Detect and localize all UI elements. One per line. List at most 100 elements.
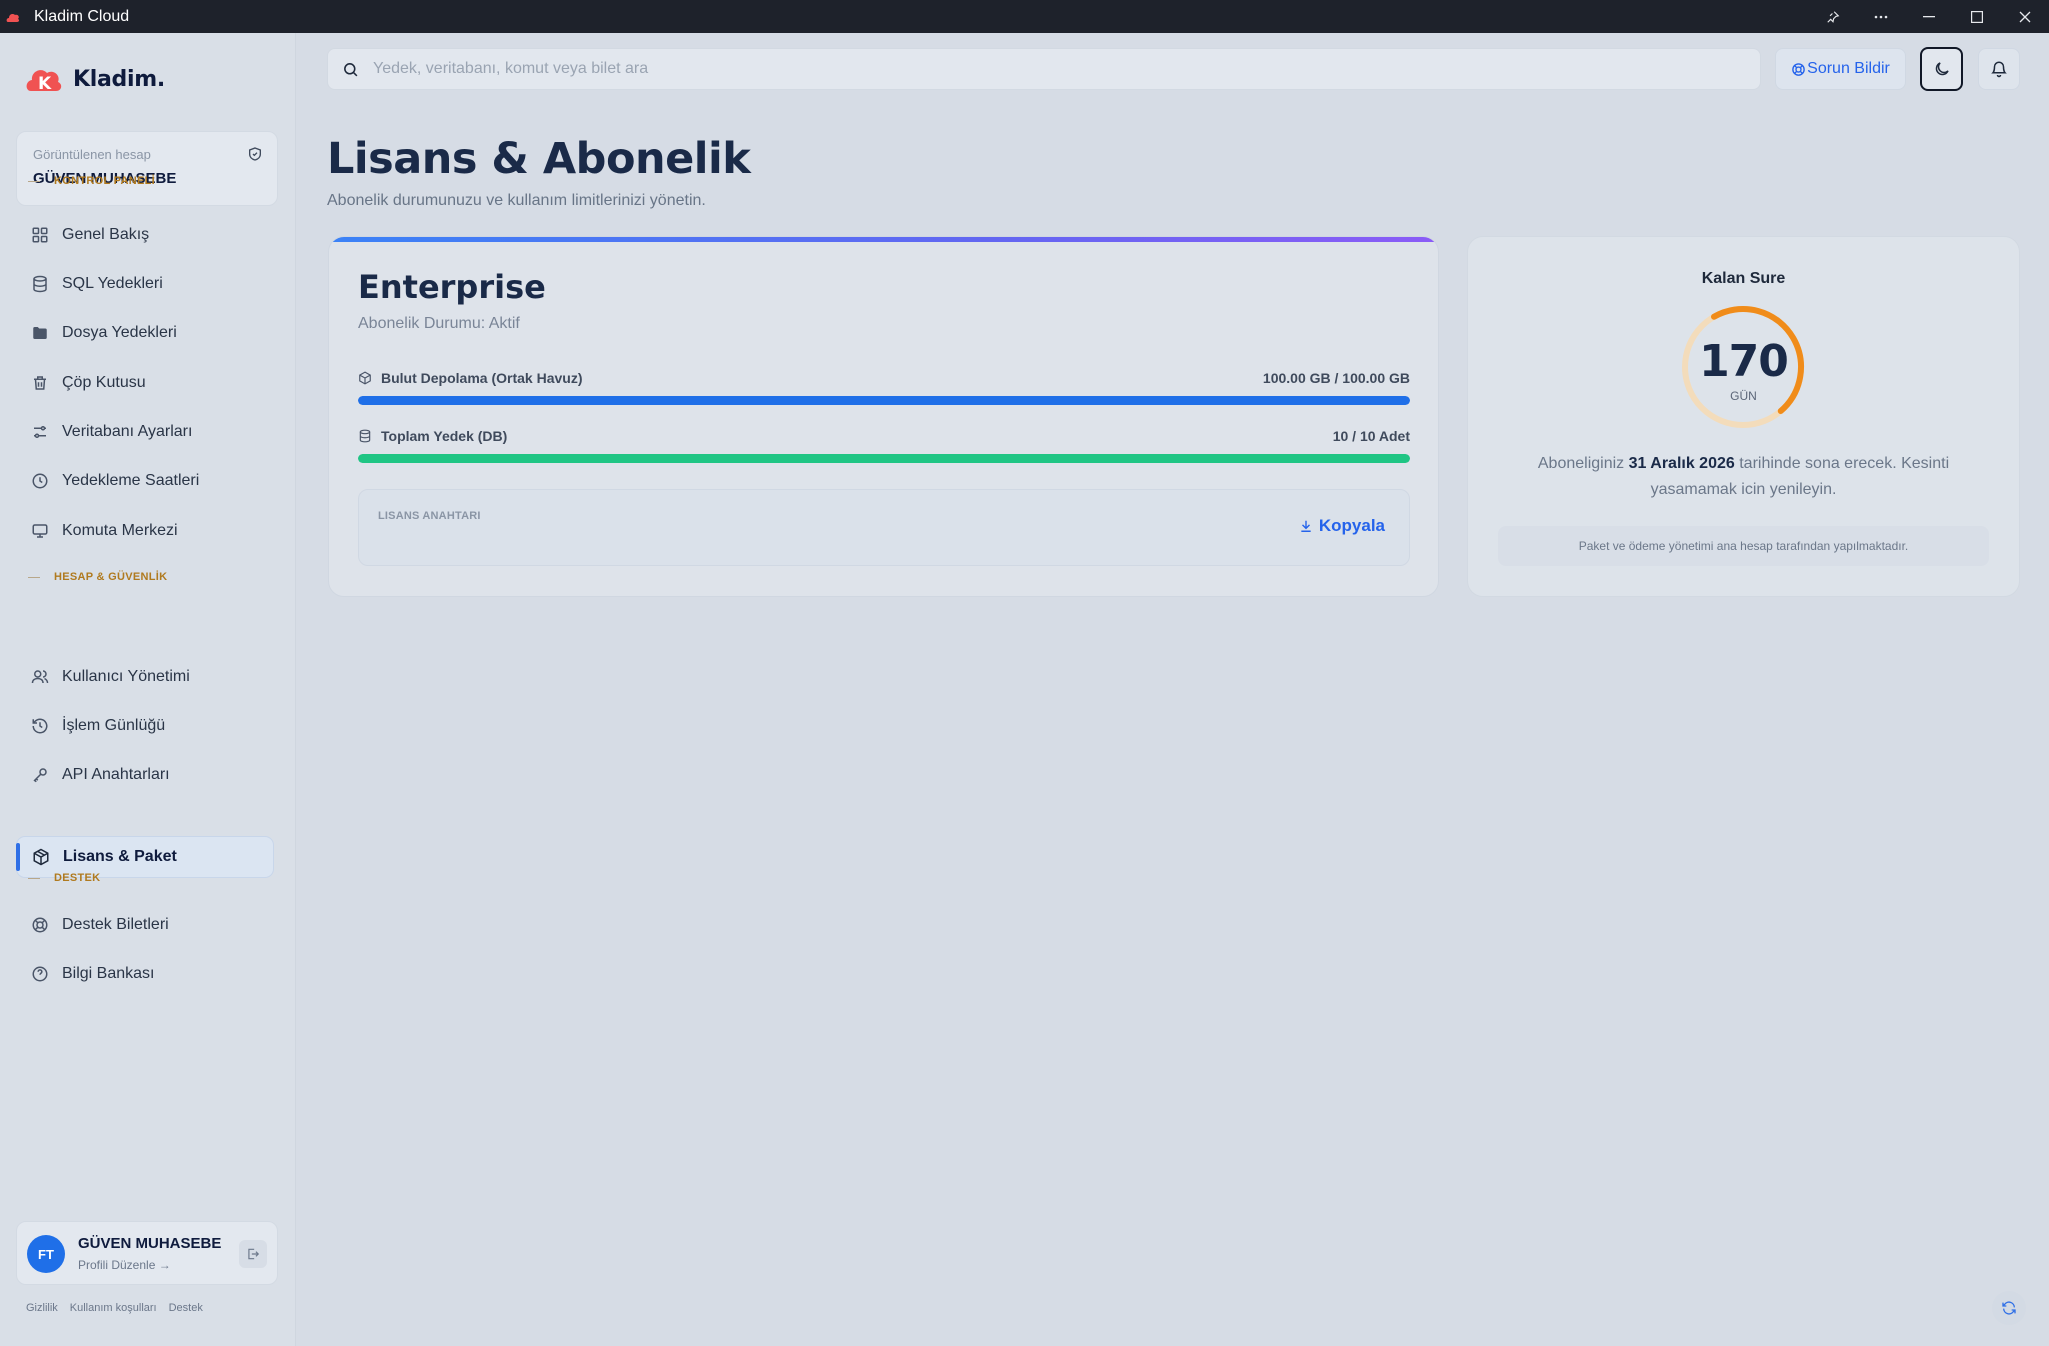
sidebar-item-label: API Anahtarları (62, 766, 170, 783)
sidebar-item-label: Destek Biletleri (62, 916, 169, 933)
quota-storage: Bulut Depolama (Ortak Havuz) 100.00 GB /… (358, 370, 1410, 405)
lifebuoy-icon (1792, 62, 1805, 76)
sidebar-item-label: Komuta Merkezi (62, 522, 178, 539)
logout-button[interactable] (239, 1240, 267, 1268)
folder-icon (33, 327, 47, 339)
sidebar: K Kladim. Görüntülenen hesap GÜVEN MUHAS… (0, 33, 296, 1346)
plan-card: Enterprise Abonelik Durumu: Aktif Bulut … (328, 236, 1439, 597)
account-card[interactable]: Görüntülenen hesap GÜVEN MUHASEBE (16, 131, 278, 206)
progress-bar (358, 454, 1410, 463)
progress-fill (358, 396, 1410, 405)
remaining-days: 170 (1699, 336, 1789, 387)
sidebar-item-label: SQL Yedekleri (62, 275, 163, 292)
clock-icon (32, 473, 48, 489)
window-title: Kladim Cloud (34, 7, 130, 25)
sidebar-item-file-backups[interactable]: Dosya Yedekleri (16, 312, 274, 354)
sidebar-item-activity-log[interactable]: İşlem Günlüğü (16, 705, 274, 747)
quota-backups: Toplam Yedek (DB) 10 / 10 Adet (358, 428, 1410, 463)
report-issue-label: Sorun Bildir (1807, 60, 1890, 77)
search-bar[interactable] (327, 48, 1761, 90)
user-profile-card[interactable]: FT GÜVEN MUHASEBE Profili Düzenle → (16, 1221, 278, 1285)
footer-links: Gizlilik Kullanım koşulları Destek (26, 1302, 203, 1314)
quota-label: Bulut Depolama (Ortak Havuz) (381, 370, 583, 386)
sidebar-item-label: Lisans & Paket (63, 848, 177, 865)
key-icon (33, 768, 47, 783)
shield-check-icon (249, 147, 261, 161)
refresh-icon (2002, 1301, 2016, 1315)
package-icon (33, 848, 49, 866)
page-title: Lisans & Abonelik (327, 134, 751, 184)
billing-note: Paket ve ödeme yönetimi ana hesap tarafı… (1498, 526, 1989, 566)
remaining-unit: GÜN (1730, 389, 1757, 403)
user-name: GÜVEN MUHASEBE (78, 1235, 222, 1252)
sliders-icon (34, 426, 46, 438)
sidebar-item-overview[interactable]: Genel Bakış (16, 214, 274, 256)
database-icon (33, 275, 47, 293)
remaining-description: Aboneliginiz 31 Aralık 2026 tarihinde so… (1537, 455, 1950, 498)
pin-icon[interactable] (1809, 0, 1857, 33)
sidebar-item-support-tickets[interactable]: Destek Biletleri (16, 904, 274, 946)
support-link[interactable]: Destek (169, 1302, 203, 1314)
sidebar-item-api-keys[interactable]: API Anahtarları (16, 754, 274, 796)
sidebar-item-command-center[interactable]: Komuta Merkezi (16, 510, 274, 552)
sidebar-item-knowledge-base[interactable]: Bilgi Bankası (16, 953, 274, 995)
history-icon (32, 718, 48, 734)
close-button[interactable] (2001, 0, 2049, 33)
plan-card-accent (329, 237, 1438, 242)
search-icon (344, 62, 358, 76)
section-label-control-panel: KONTROL PANELİ (28, 175, 155, 187)
progress-fill (358, 454, 1410, 463)
sidebar-item-backup-schedules[interactable]: Yedekleme Saatleri (16, 460, 274, 502)
theme-toggle-button[interactable] (1920, 47, 1963, 91)
license-key-box: LISANS ANAHTARI Kopyala (358, 489, 1410, 566)
section-label-account-security: HESAP & GÜVENLİK (28, 571, 167, 583)
report-issue-button[interactable]: Sorun Bildir (1775, 48, 1906, 90)
sidebar-item-database-settings[interactable]: Veritabanı Ayarları (16, 411, 274, 453)
sidebar-item-trash[interactable]: Çöp Kutusu (16, 362, 274, 404)
minimize-button[interactable] (1905, 0, 1953, 33)
sidebar-item-label: Bilgi Bankası (62, 965, 155, 982)
monitor-icon (32, 524, 48, 538)
brand[interactable]: K Kladim. (25, 63, 165, 95)
maximize-button[interactable] (1953, 0, 2001, 33)
expiry-date: 31 Aralık 2026 (1628, 455, 1735, 472)
copy-button[interactable]: Kopyala (1299, 516, 1385, 536)
search-input[interactable] (373, 60, 1673, 78)
quota-value: 100.00 GB / 100.00 GB (1262, 370, 1410, 386)
app-logo-icon (6, 13, 20, 22)
sidebar-item-sql-backups[interactable]: SQL Yedekleri (16, 263, 274, 305)
more-icon[interactable] (1857, 0, 1905, 33)
progress-bar (358, 396, 1410, 405)
brand-logo-icon: K (26, 70, 62, 94)
database-icon (359, 429, 371, 443)
sidebar-item-label: Dosya Yedekleri (62, 324, 177, 341)
sidebar-item-label: Veritabanı Ayarları (62, 423, 193, 440)
box-icon (359, 371, 371, 385)
privacy-link[interactable]: Gizlilik (26, 1302, 58, 1314)
avatar: FT (27, 1235, 65, 1273)
svg-text:K: K (38, 74, 52, 94)
remaining-title: Kalan Sure (1701, 270, 1786, 287)
sidebar-item-user-management[interactable]: Kullanıcı Yönetimi (16, 656, 274, 698)
window-titlebar: Kladim Cloud (0, 0, 2049, 33)
sidebar-item-label: İşlem Günlüğü (62, 717, 166, 734)
logout-icon (248, 1248, 260, 1260)
bell-icon (1991, 61, 2007, 78)
trash-icon (34, 376, 46, 390)
help-circle-icon (32, 966, 48, 982)
remaining-time-card: Kalan Sure 170 GÜN Aboneliginiz 31 Aralı… (1467, 236, 2020, 597)
refresh-button[interactable] (1992, 1291, 2026, 1325)
terms-link[interactable]: Kullanım koşulları (70, 1302, 157, 1314)
page-subtitle: Abonelik durumunuzu ve kullanım limitler… (327, 192, 706, 209)
quota-value: 10 / 10 Adet (1332, 428, 1410, 444)
copy-label: Kopyala (1318, 516, 1385, 535)
notifications-button[interactable] (1978, 48, 2020, 90)
brand-name: Kladim. (73, 66, 165, 92)
sidebar-item-label: Yedekleme Saatleri (62, 472, 200, 489)
sidebar-item-label: Çöp Kutusu (62, 374, 146, 391)
sidebar-item-label: Kullanıcı Yönetimi (62, 668, 190, 685)
moon-icon (1935, 62, 1949, 76)
license-key-label: LISANS ANAHTARI (378, 510, 481, 522)
edit-profile-link[interactable]: Profili Düzenle → (78, 1258, 171, 1272)
users-icon (31, 670, 49, 684)
